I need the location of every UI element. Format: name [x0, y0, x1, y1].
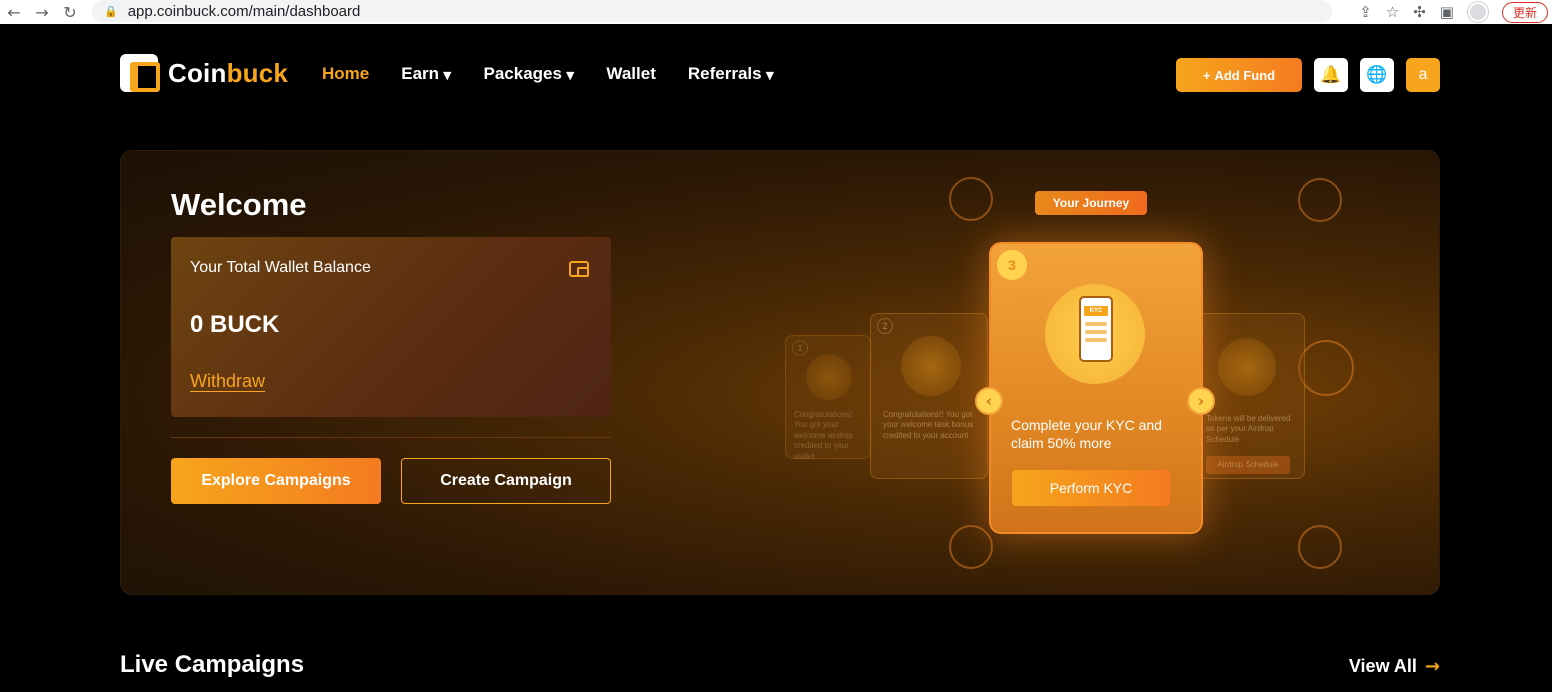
journey-card-text: Tokens will be delivered as per your Air… — [1206, 414, 1291, 444]
wallet-balance-card: Your Total Wallet Balance 0 BUCK Withdra… — [171, 237, 611, 417]
forward-arrow-icon[interactable]: → — [28, 3, 56, 22]
reload-icon[interactable]: ↻ — [56, 3, 84, 22]
nav-wallet-label: Wallet — [606, 64, 656, 83]
coinbuck-logo[interactable]: Coinbuck — [120, 54, 288, 92]
plus-icon: + — [1202, 67, 1211, 83]
form-line — [1085, 322, 1107, 326]
lock-icon: 🔒 — [104, 4, 118, 18]
journey-card-text: Complete your KYC and claim 50% more — [1011, 417, 1162, 452]
journey-card-step-3: 3 KYC Complete your KYC and claim 50% mo… — [989, 242, 1203, 534]
nav-packages[interactable]: Packages ▼ — [484, 64, 575, 84]
your-journey-badge: Your Journey — [1035, 191, 1147, 215]
journey-card-text: Congratulations! You got your welcome ai… — [794, 410, 853, 461]
decor-ring — [1298, 340, 1354, 396]
chevron-down-icon: ▼ — [565, 69, 575, 82]
logo-text-buck: buck — [226, 57, 289, 88]
decor-ring — [949, 525, 993, 569]
balance-value: 0 BUCK — [190, 311, 280, 338]
airdrop-schedule-button[interactable]: Airdrop Schedule — [1206, 456, 1290, 474]
nav-home-label: Home — [322, 64, 370, 83]
nav-packages-label: Packages — [483, 64, 562, 83]
address-bar[interactable]: 🔒 app.coinbuck.com/main/dashboard — [92, 0, 1332, 22]
airdrop-illustration — [806, 354, 852, 400]
kyc-tag: KYC — [1084, 306, 1108, 316]
bookmark-star-icon[interactable]: ☆ — [1386, 3, 1399, 21]
airdrop-schedule-illustration — [1218, 338, 1276, 396]
profile-avatar[interactable] — [1467, 2, 1488, 22]
nav-home[interactable]: Home — [322, 64, 369, 84]
main-menu: Home Earn ▼ Packages ▼ Wallet Referrals ▼ — [322, 64, 774, 84]
browser-actions: ⇪ ☆ ✣ ▣ 更新 — [1359, 0, 1552, 24]
hero-divider — [171, 437, 611, 438]
arrow-right-icon: → — [1424, 656, 1440, 677]
back-arrow-icon[interactable]: ← — [0, 3, 28, 22]
nav-earn-label: Earn — [401, 64, 440, 83]
url-text: app.coinbuck.com/main/dashboard — [127, 2, 361, 20]
phone-icon: KYC — [1079, 296, 1113, 362]
journey-card-step-2[interactable]: 2 Congratulations!! You got your welcome… — [870, 313, 988, 479]
side-panel-icon[interactable]: ▣ — [1440, 3, 1454, 21]
browser-toolbar: ← → ↻ 🔒 app.coinbuck.com/main/dashboard … — [0, 0, 1552, 24]
extensions-puzzle-icon[interactable]: ✣ — [1413, 3, 1426, 21]
welcome-hero: Welcome Your Total Wallet Balance 0 BUCK… — [120, 150, 1440, 595]
top-navigation: Coinbuck Home Earn ▼ Packages ▼ Wallet Ref… — [120, 52, 1440, 96]
form-line — [1085, 338, 1107, 342]
kyc-illustration: KYC — [1045, 284, 1145, 384]
user-avatar[interactable]: a — [1406, 58, 1440, 92]
step-number: 1 — [792, 340, 808, 356]
carousel-prev-icon[interactable]: ‹ — [975, 387, 1003, 415]
nav-referrals[interactable]: Referrals ▼ — [688, 64, 774, 84]
decor-ring — [949, 177, 993, 221]
welcome-task-illustration — [901, 336, 961, 396]
live-campaigns-heading: Live Campaigns — [120, 651, 305, 678]
view-all-label: View All — [1348, 656, 1417, 676]
wallet-icon — [569, 261, 589, 277]
logo-text: Coinbuck — [168, 58, 288, 89]
nav-wallet[interactable]: Wallet — [606, 64, 655, 84]
perform-kyc-button[interactable]: Perform KYC — [1012, 470, 1170, 506]
carousel-next-icon[interactable]: › — [1187, 387, 1215, 415]
withdraw-link[interactable]: Withdraw — [190, 371, 265, 392]
decor-ring — [1298, 178, 1342, 222]
chevron-down-icon: ▼ — [765, 69, 775, 82]
notifications-bell-icon[interactable]: 🔔 — [1314, 58, 1348, 92]
share-icon[interactable]: ⇪ — [1359, 3, 1372, 21]
view-all-link[interactable]: View All → — [1349, 656, 1440, 677]
decor-ring — [1298, 525, 1342, 569]
step-number: 2 — [877, 318, 893, 334]
nav-actions: + Add Fund 🔔 🌐 a — [1176, 58, 1440, 92]
nav-earn[interactable]: Earn ▼ — [401, 64, 451, 84]
journey-card-text: Congratulations!! You got your welcome t… — [883, 410, 974, 440]
form-line — [1085, 330, 1107, 334]
nav-referrals-label: Referrals — [687, 64, 762, 83]
logo-text-coin: Coin — [168, 57, 227, 88]
add-fund-button[interactable]: + Add Fund — [1176, 58, 1302, 92]
step-number: 3 — [997, 250, 1027, 280]
balance-title: Your Total Wallet Balance — [190, 259, 371, 276]
chevron-down-icon: ▼ — [443, 69, 452, 82]
add-fund-label: Add Fund — [1214, 67, 1276, 83]
logo-mark-icon — [120, 54, 160, 92]
welcome-heading: Welcome — [171, 187, 307, 222]
update-button[interactable]: 更新 — [1501, 1, 1548, 23]
journey-card-step-1[interactable]: 1 Congratulations! You got your welcome … — [785, 335, 871, 461]
language-globe-icon[interactable]: 🌐 — [1360, 58, 1394, 92]
explore-campaigns-button[interactable]: Explore Campaigns — [171, 458, 381, 504]
create-campaign-button[interactable]: Create Campaign — [401, 458, 611, 504]
